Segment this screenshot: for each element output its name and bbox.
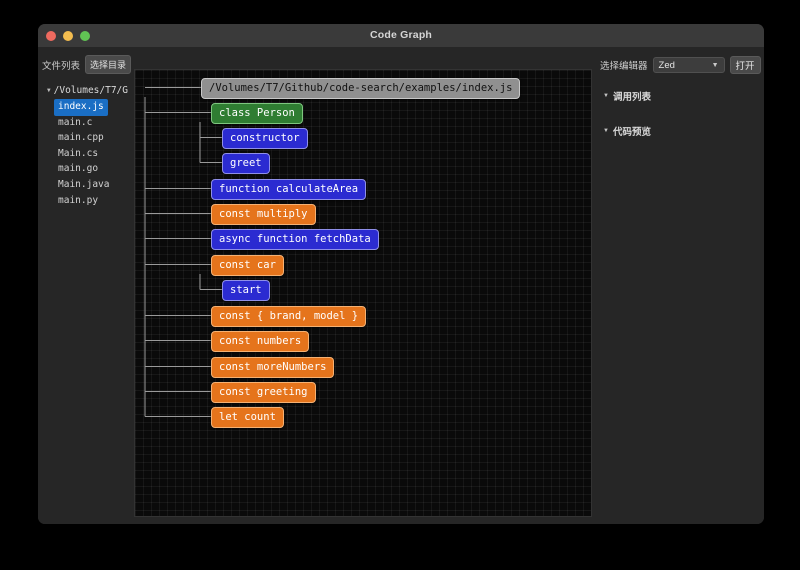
list-item[interactable]: main.go <box>38 158 133 174</box>
file-list-label: 文件列表 <box>42 60 81 72</box>
chevron-down-icon: ▼ <box>711 62 719 69</box>
file-sidebar: 文件列表 选择目录 ▼ /Volumes/T7/G index.js main.c… <box>38 47 133 524</box>
open-button[interactable]: 打开 <box>729 56 761 74</box>
graph-node-car[interactable]: const car <box>211 255 284 276</box>
window-body: 文件列表 选择目录 ▼ /Volumes/T7/G index.js main.c… <box>38 47 764 524</box>
call-list-section[interactable]: ▼ 调用列表 <box>594 89 764 103</box>
graph-node-brandmodel[interactable]: const { brand, model } <box>211 306 367 327</box>
file-item-main-py[interactable]: main.py <box>54 193 102 210</box>
list-item[interactable]: Main.java <box>38 174 133 190</box>
graph-node-start[interactable]: start <box>222 280 270 301</box>
right-panel: 选择编辑器 Zed ▼ 打开 ▼ 调用列表 ▼ 代码预览 <box>594 47 764 524</box>
chevron-down-icon: ▼ <box>603 128 609 134</box>
graph-node-count[interactable]: let count <box>211 407 284 428</box>
graph-layer: /Volumes/T7/Github/code-search/examples/… <box>135 70 591 516</box>
list-item[interactable]: Main.cs <box>38 143 133 159</box>
title-bar: Code Graph <box>38 24 764 48</box>
list-item[interactable]: index.js <box>38 96 133 116</box>
graph-node-greeting[interactable]: const greeting <box>211 382 316 403</box>
file-tree: ▼ /Volumes/T7/G index.js main.c main.cpp Ma… <box>38 85 133 206</box>
list-item[interactable]: main.cpp <box>38 127 133 143</box>
graph-node-root[interactable]: /Volumes/T7/Github/code-search/examples/… <box>201 78 521 99</box>
chevron-down-icon: ▼ <box>47 86 51 94</box>
graph-node-calcarea[interactable]: function calculateArea <box>211 179 367 200</box>
select-editor-label: 选择编辑器 <box>600 61 648 72</box>
file-list: index.js main.c main.cpp Main.cs main.go Main… <box>38 96 133 206</box>
editor-chooser-row: 选择编辑器 Zed ▼ 打开 <box>594 47 764 74</box>
file-tree-root-label: /Volumes/T7/G <box>53 85 128 96</box>
graph-node-greet[interactable]: greet <box>222 153 270 174</box>
call-list-label: 调用列表 <box>612 92 651 103</box>
graph-edges <box>144 87 222 417</box>
file-tree-root[interactable]: ▼ /Volumes/T7/G <box>38 85 133 96</box>
window-title: Code Graph <box>369 29 433 41</box>
editor-select-value: Zed <box>658 60 675 71</box>
code-preview-label: 代码预览 <box>612 127 651 138</box>
chevron-down-icon: ▼ <box>603 93 609 99</box>
graph-node-morenumbers[interactable]: const moreNumbers <box>211 357 335 378</box>
editor-select[interactable]: Zed ▼ <box>652 57 725 73</box>
list-item[interactable]: main.py <box>38 190 133 206</box>
list-item[interactable]: main.c <box>38 112 133 128</box>
app-window: Code Graph 文件列表 选择目录 ▼ /Volumes/T7/G ind… <box>38 24 764 524</box>
graph-node-fetchdata[interactable]: async function fetchData <box>211 229 379 250</box>
graph-node-multiply[interactable]: const multiply <box>211 204 316 225</box>
choose-directory-button[interactable]: 选择目录 <box>85 55 132 74</box>
graph-node-person[interactable]: class Person <box>211 103 303 124</box>
graph-node-constructor[interactable]: constructor <box>222 128 308 149</box>
graph-node-numbers[interactable]: const numbers <box>211 331 310 352</box>
code-preview-section[interactable]: ▼ 代码预览 <box>594 124 764 138</box>
graph-canvas[interactable]: /Volumes/T7/Github/code-search/examples/… <box>134 69 592 517</box>
sidebar-header: 文件列表 选择目录 <box>38 47 133 74</box>
